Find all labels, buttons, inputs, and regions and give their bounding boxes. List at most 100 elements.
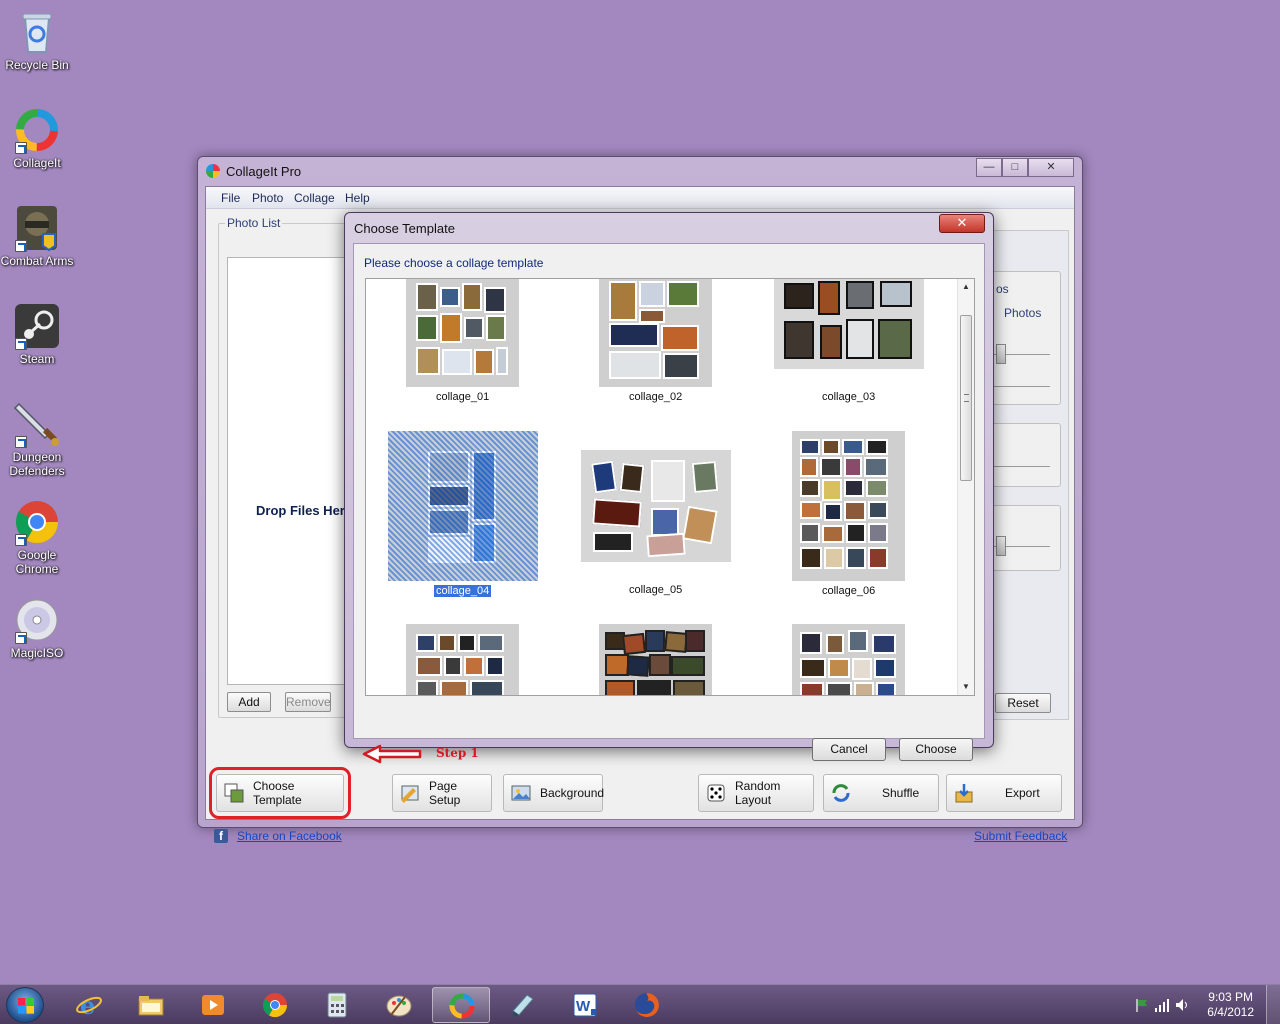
taskbar-media-player[interactable] [184, 987, 242, 1023]
desktop-icon-combat-arms[interactable]: Combat Arms [0, 204, 74, 268]
template-list[interactable]: collage_01 collage_02 collage_03 collage… [365, 278, 975, 696]
partial-label: os [996, 282, 1009, 296]
photo-drop-area[interactable]: Drop Files Here [227, 257, 352, 685]
cancel-button[interactable]: Cancel [812, 738, 886, 761]
maximize-button[interactable]: □ [1002, 158, 1028, 177]
template-icon [223, 782, 245, 804]
menu-photo[interactable]: Photo [252, 191, 283, 205]
random-layout-button[interactable]: Random Layout [698, 774, 814, 812]
shortcut-arrow-icon [15, 142, 27, 154]
taskbar-firefox[interactable] [618, 987, 676, 1023]
collageit-icon [13, 106, 61, 154]
action-center-flag-icon[interactable] [1134, 997, 1150, 1013]
page-setup-label: Page Setup [429, 779, 461, 807]
template-thumbnail [599, 624, 712, 695]
taskbar: e W 9:03 PM 6/4/2012 [0, 984, 1280, 1024]
desktop-icon-label: MagicISO [10, 646, 64, 660]
shuffle-button[interactable]: Shuffle [823, 774, 939, 812]
taskbar-file-explorer[interactable] [122, 987, 180, 1023]
export-button[interactable]: Export [946, 774, 1062, 812]
desktop-icon-magiciso[interactable]: MagicISO [0, 596, 74, 660]
desktop-icon-collageit[interactable]: CollageIt [0, 106, 74, 170]
taskbar-paint[interactable] [370, 987, 428, 1023]
internet-explorer-icon: e [76, 991, 102, 1019]
page-setup-button[interactable]: Page Setup [392, 774, 492, 812]
taskbar-internet-explorer[interactable]: e [60, 987, 118, 1023]
menu-help[interactable]: Help [345, 191, 370, 205]
system-tray: 9:03 PM 6/4/2012 [1110, 985, 1280, 1024]
shuffle-label: Shuffle [882, 786, 920, 800]
menu-file[interactable]: File [221, 191, 240, 205]
volume-icon[interactable] [1174, 997, 1190, 1013]
margin-slider-thumb[interactable] [996, 536, 1006, 556]
steam-icon [13, 302, 61, 350]
taskbar-collageit[interactable] [432, 987, 490, 1023]
calculator-icon [327, 992, 347, 1018]
taskbar-chrome[interactable] [246, 987, 304, 1023]
desktop-icon-label: Dungeon Defenders [9, 450, 65, 478]
notepad-icon [512, 994, 534, 1017]
choose-template-dialog: Choose Template ✕ Please choose a collag… [344, 212, 994, 764]
desktop-icon-label: Combat Arms [0, 254, 74, 268]
template-thumbnail [599, 279, 712, 387]
scrollbar-thumb[interactable] [960, 315, 972, 481]
choose-template-button[interactable]: Choose Template [209, 767, 351, 819]
menu-collage[interactable]: Collage [294, 191, 335, 205]
start-button[interactable] [6, 987, 44, 1023]
step-label: Step 1 [436, 746, 479, 760]
desktop-icon-label: Steam [19, 352, 55, 366]
export-icon [953, 782, 975, 804]
clock-time: 9:03 PM [1208, 990, 1253, 1004]
taskbar-notepad[interactable] [494, 987, 552, 1023]
divider [988, 386, 1050, 387]
template-label-selected: collage_04 [432, 584, 493, 598]
remove-photo-button[interactable]: Remove [285, 692, 331, 712]
choose-button[interactable]: Choose [899, 738, 973, 761]
desktop-icon-steam[interactable]: Steam [0, 302, 74, 366]
background-button[interactable]: Background [503, 774, 605, 812]
menu-bar: File Photo Collage Help [206, 187, 1074, 209]
template-thumbnail [406, 279, 519, 387]
background-icon [510, 782, 532, 804]
minimize-button[interactable]: — [976, 158, 1002, 177]
dialog-close-button[interactable]: ✕ [939, 214, 985, 233]
scroll-down-arrow-icon[interactable]: ▼ [958, 679, 974, 695]
template-thumbnail [792, 624, 905, 695]
page-setup-icon [399, 782, 421, 804]
export-label: Export [1005, 786, 1040, 800]
shortcut-arrow-icon [15, 436, 27, 448]
desktop-icon-label: Google Chrome [15, 548, 59, 576]
divider [988, 466, 1050, 467]
share-on-facebook-link[interactable]: Share on Facebook [237, 829, 342, 843]
submit-feedback-link[interactable]: Submit Feedback [974, 829, 1067, 843]
background-label: Background [540, 786, 605, 800]
system-clock[interactable]: 9:03 PM 6/4/2012 [1207, 990, 1254, 1020]
desktop-icon-google-chrome[interactable]: Google Chrome [0, 498, 74, 576]
file-explorer-icon [138, 996, 164, 1016]
svg-text:e: e [80, 991, 95, 1019]
template-thumbnail-selected [388, 431, 538, 581]
title-bar[interactable]: CollageIt Pro — □ ✕ [198, 157, 1082, 185]
show-desktop-button[interactable] [1266, 985, 1280, 1024]
photos-slider-thumb[interactable] [996, 344, 1006, 364]
template-label: collage_05 [629, 584, 683, 596]
desktop-icon-dungeon-defenders[interactable]: Dungeon Defenders [0, 400, 74, 478]
choose-template-label: Choose Template [253, 779, 302, 807]
template-label: collage_03 [822, 391, 876, 403]
shortcut-arrow-icon [15, 534, 27, 546]
template-label: collage_01 [436, 391, 490, 403]
reset-button[interactable]: Reset [995, 693, 1051, 713]
chrome-icon [262, 993, 287, 1018]
template-thumbnail [581, 450, 731, 562]
dialog-body: Please choose a collage template collage… [353, 243, 985, 764]
taskbar-word[interactable]: W [556, 987, 614, 1023]
scroll-up-arrow-icon[interactable]: ▲ [958, 279, 974, 295]
taskbar-calculator[interactable] [308, 987, 366, 1023]
shortcut-arrow-icon [15, 338, 27, 350]
template-list-scrollbar[interactable]: ▲ ▼ [957, 279, 974, 695]
add-photo-button[interactable]: Add [227, 692, 271, 712]
network-signal-icon[interactable] [1154, 997, 1170, 1013]
desktop-icon-label: Recycle Bin [5, 58, 69, 72]
desktop-icon-recycle-bin[interactable]: Recycle Bin [0, 8, 74, 72]
close-button[interactable]: ✕ [1028, 158, 1074, 177]
